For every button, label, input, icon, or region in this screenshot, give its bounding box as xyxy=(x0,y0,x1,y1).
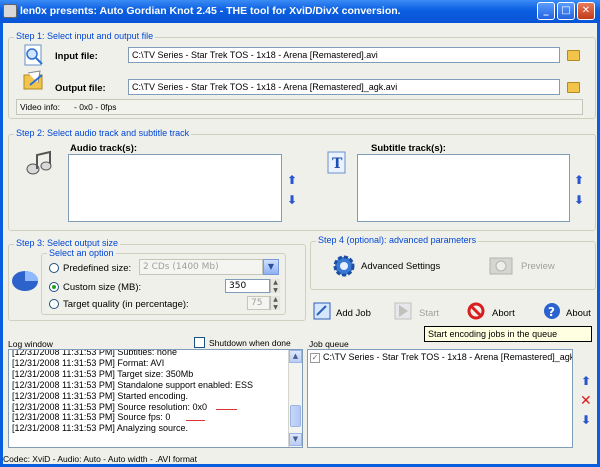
audio-icon xyxy=(24,150,56,178)
custom-size-input[interactable]: 350 xyxy=(225,279,270,293)
minimize-button[interactable]: _ xyxy=(537,2,555,20)
predefined-size-label: Predefined size: xyxy=(63,263,132,274)
scroll-up-button[interactable]: ▲ xyxy=(289,350,302,363)
log-line: [12/31/2008 11:31:53 PM] Target size: 35… xyxy=(12,368,194,379)
add-job-icon[interactable] xyxy=(312,301,332,321)
start-tooltip: Start encoding jobs in the queue xyxy=(424,326,592,342)
video-info-value: - 0x0 - 0fps xyxy=(74,102,117,112)
queue-move-down-icon[interactable]: ⬇ xyxy=(581,414,591,426)
log-window-title: Log window xyxy=(8,339,53,349)
job-queue-list[interactable]: ✓ C:\TV Series - Star Trek TOS - 1x18 - … xyxy=(307,349,573,448)
abort-icon[interactable] xyxy=(467,302,485,320)
subtitle-tracks-list[interactable] xyxy=(357,154,570,222)
step1-title: Step 1: Select input and output file xyxy=(14,31,156,41)
fps-highlight xyxy=(186,420,205,421)
window-title: len0x presents: Auto Gordian Knot 2.45 -… xyxy=(20,5,401,17)
custom-size-spinner[interactable]: ▲ ▼ xyxy=(270,279,280,294)
title-bar: len0x presents: Auto Gordian Knot 2.45 -… xyxy=(0,0,600,23)
audio-move-down-icon[interactable]: ⬇ xyxy=(287,194,297,206)
start-icon[interactable] xyxy=(393,301,413,321)
browse-output-folder-icon[interactable] xyxy=(567,82,580,93)
subtitle-move-up-icon[interactable]: ⬆ xyxy=(574,174,584,186)
log-line: [12/31/2008 11:31:53 PM] Started encodin… xyxy=(12,390,188,401)
resolution-highlight xyxy=(216,409,237,410)
svg-text:?: ? xyxy=(548,305,555,319)
log-line: [12/31/2008 11:31:53 PM] Analyzing sourc… xyxy=(12,423,188,434)
add-job-button[interactable]: Add Job xyxy=(336,308,371,319)
abort-button[interactable]: Abort xyxy=(492,308,515,319)
step3-title: Step 3: Select output size xyxy=(14,238,121,248)
log-line: [12/31/2008 11:31:53 PM] Source resoluti… xyxy=(12,401,207,412)
option-group-title: Select an option xyxy=(47,248,116,258)
close-button[interactable]: ✕ xyxy=(577,2,595,20)
target-quality-label: Target quality (in percentage): xyxy=(63,299,189,310)
log-line: [12/31/2008 11:31:53 PM] Source fps: 0 xyxy=(12,412,171,423)
status-bar: Codec: XviD - Audio: Auto - Auto width -… xyxy=(3,454,198,464)
custom-size-label: Custom size (MB): xyxy=(63,282,142,293)
output-file-icon xyxy=(22,69,46,93)
remove-job-icon[interactable]: ✕ xyxy=(580,394,592,408)
output-file-field[interactable]: C:\TV Series - Star Trek TOS - 1x18 - Ar… xyxy=(128,79,560,95)
browse-input-folder-icon[interactable] xyxy=(567,50,580,61)
output-file-label: Output file: xyxy=(55,83,106,94)
queue-move-up-icon[interactable]: ⬆ xyxy=(581,375,591,387)
log-line: [12/31/2008 11:31:53 PM] Standalone supp… xyxy=(12,379,254,390)
about-button[interactable]: About xyxy=(566,308,591,319)
log-line: [12/31/2008 11:31:53 PM] Format: AVI xyxy=(12,357,165,368)
scroll-thumb[interactable] xyxy=(290,405,301,427)
start-button[interactable]: Start xyxy=(419,308,439,319)
help-icon[interactable]: ? xyxy=(543,302,561,320)
step2-title: Step 2: Select audio track and subtitle … xyxy=(14,128,192,138)
target-quality-input[interactable]: 75 xyxy=(247,296,270,310)
shutdown-label: Shutdown when done xyxy=(209,338,291,348)
log-window[interactable]: [12/31/2008 11:31:53 PM] Subtitles: none… xyxy=(8,349,303,448)
film-preview-icon[interactable] xyxy=(488,253,516,279)
subtitle-icon: T xyxy=(326,150,348,176)
app-icon xyxy=(3,4,17,18)
log-line: [12/31/2008 11:31:53 PM] Subtitles: none xyxy=(12,349,177,357)
video-info-label: Video info: xyxy=(20,102,61,112)
target-quality-radio[interactable] xyxy=(49,299,59,309)
scroll-down-button[interactable]: ▼ xyxy=(289,433,302,446)
job-queue-title: Job queue xyxy=(309,339,349,349)
audio-tracks-list[interactable] xyxy=(68,154,282,222)
step4-title: Step 4 (optional): advanced parameters xyxy=(316,235,479,245)
pie-size-icon xyxy=(10,267,40,293)
subtitle-tracks-label: Subtitle track(s): xyxy=(371,143,446,154)
chevron-down-icon[interactable]: ▼ xyxy=(263,259,279,275)
preview-button[interactable]: Preview xyxy=(521,261,555,272)
advanced-settings-button[interactable]: Advanced Settings xyxy=(361,261,440,272)
input-file-field[interactable]: C:\TV Series - Star Trek TOS - 1x18 - Ar… xyxy=(128,47,560,63)
svg-text:T: T xyxy=(332,156,343,172)
queue-item[interactable]: C:\TV Series - Star Trek TOS - 1x18 - Ar… xyxy=(323,352,572,363)
subtitle-move-down-icon[interactable]: ⬇ xyxy=(574,194,584,206)
log-scrollbar[interactable]: ▲ ▼ xyxy=(288,350,302,447)
queue-item-checkbox[interactable]: ✓ xyxy=(310,353,320,363)
gear-icon[interactable] xyxy=(331,253,357,279)
maximize-button[interactable]: □ xyxy=(557,2,575,20)
shutdown-checkbox[interactable] xyxy=(194,337,205,348)
input-file-label: Input file: xyxy=(55,51,98,62)
predefined-size-select[interactable]: 2 CDs (1400 Mb) xyxy=(139,259,263,275)
target-quality-spinner[interactable]: ▲ ▼ xyxy=(270,296,280,311)
predefined-size-radio[interactable] xyxy=(49,263,59,273)
audio-move-up-icon[interactable]: ⬆ xyxy=(287,174,297,186)
custom-size-radio[interactable] xyxy=(49,282,59,292)
audio-tracks-label: Audio track(s): xyxy=(70,143,138,154)
input-file-icon xyxy=(22,44,46,68)
